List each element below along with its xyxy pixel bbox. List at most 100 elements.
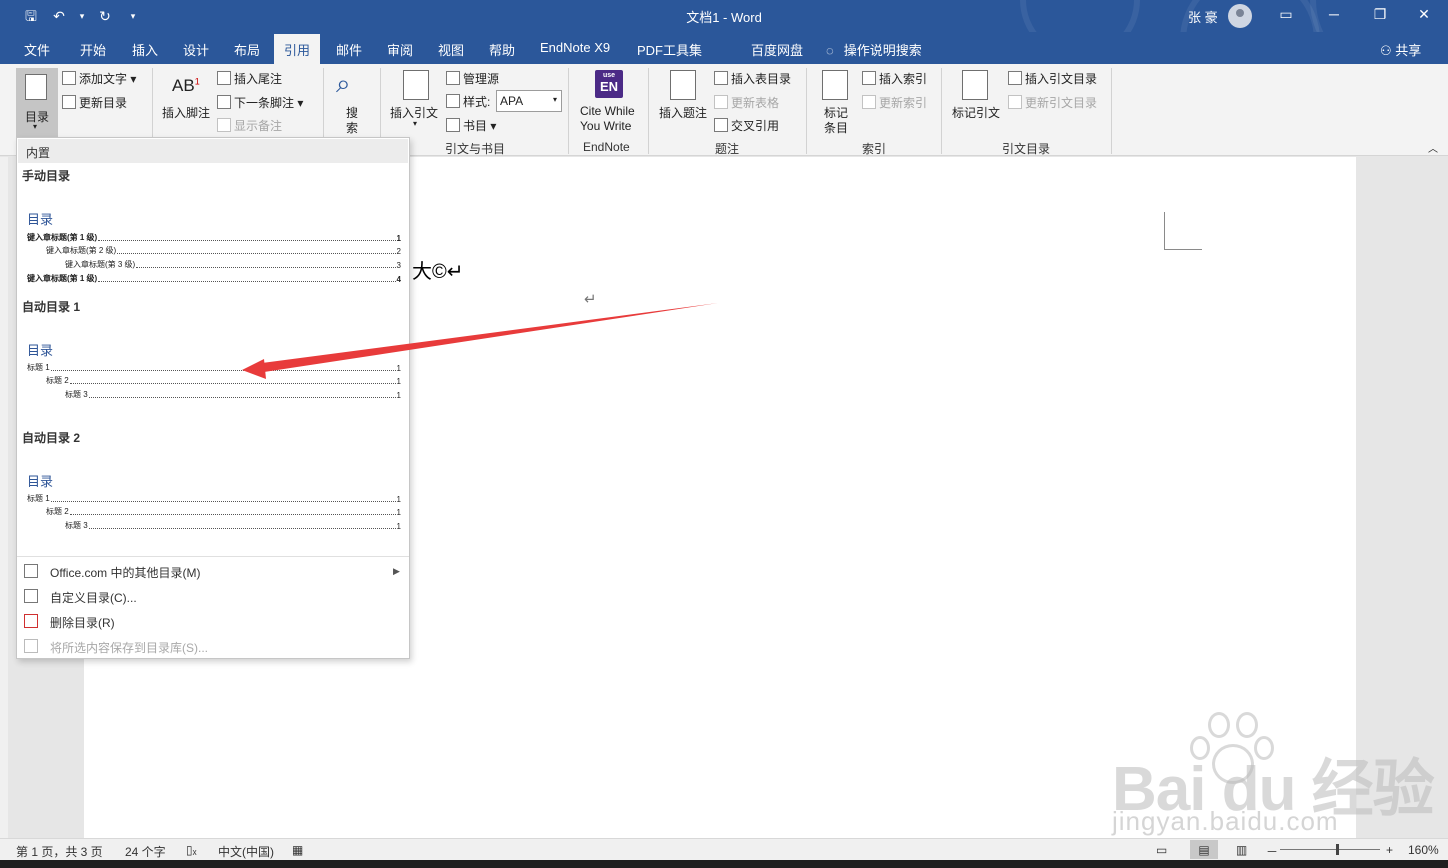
cite-while-line2[interactable]: You Write (580, 119, 631, 133)
toc-line[interactable]: 标题 1 1 (27, 363, 401, 373)
mark-citation-button[interactable]: 标记引文 (952, 104, 1000, 121)
toc-line[interactable]: 标题 2 1 (46, 376, 401, 386)
toc-line-page: 1 (396, 364, 401, 373)
toc-line-text: 键入章标题(第 3 级) (65, 260, 136, 269)
zoom-slider[interactable] (1280, 849, 1380, 850)
toc-line-page: 1 (396, 508, 401, 517)
insert-index-button[interactable]: 插入索引 (862, 70, 927, 87)
language-indicator[interactable]: 中文(中国) (218, 843, 274, 860)
update-table-button[interactable]: 更新表格 (714, 94, 779, 111)
custom-toc-icon (24, 589, 38, 603)
ribbon-display-options-icon[interactable]: ▭ (1276, 6, 1296, 23)
citation-style-select[interactable]: APA ▾ (496, 90, 562, 112)
avatar[interactable] (1228, 4, 1252, 28)
insert-footnote-button[interactable]: 插入脚注 (162, 104, 210, 121)
manage-sources-button[interactable]: 管理源 (446, 70, 499, 87)
toc-line[interactable]: 标题 2 1 (46, 507, 401, 517)
mark-citation-icon[interactable] (962, 70, 988, 100)
more-tocs-menu-item[interactable]: Office.com 中的其他目录(M) (50, 564, 200, 581)
toc-line[interactable]: 键入章标题(第 1 级) 4 (27, 274, 401, 284)
zoom-slider-thumb[interactable] (1336, 844, 1339, 855)
save-to-gallery-menu-item[interactable]: 将所选内容保存到目录库(S)... (50, 639, 208, 656)
auto-toc-1-title[interactable]: 目录 (27, 340, 53, 359)
insert-citation-icon[interactable] (403, 70, 429, 100)
share-button[interactable]: ⚇ 共享 (1380, 40, 1421, 59)
tab-references[interactable]: 引用 (274, 34, 321, 64)
collapse-ribbon-icon[interactable]: ︿ (1428, 140, 1438, 155)
update-toa-button[interactable]: 更新引文目录 (1008, 94, 1097, 111)
toc-line[interactable]: 标题 3 1 (65, 390, 401, 400)
tab-insert[interactable]: 插入 (132, 40, 158, 59)
page-count[interactable]: 第 1 页，共 3 页 (16, 843, 103, 860)
next-footnote-button[interactable]: 下一条脚注 ▾ (217, 94, 303, 111)
menu-divider (17, 556, 409, 557)
citations-group-label: 引文与书目 (445, 142, 506, 156)
web-layout-icon[interactable]: ▥ (1236, 843, 1247, 857)
tab-review[interactable]: 审阅 (387, 40, 413, 59)
auto-toc-1-heading: 自动目录 1 (22, 300, 81, 314)
auto-toc-2-title[interactable]: 目录 (27, 471, 53, 490)
search-icon[interactable]: ⌕ (336, 68, 351, 100)
toc-line[interactable]: 键入章标题(第 3 级) 3 (65, 260, 401, 270)
update-toc-button[interactable]: 更新目录 (62, 94, 127, 111)
read-mode-icon[interactable]: ▭ (1156, 843, 1167, 857)
cross-reference-label: 交叉引用 (731, 119, 780, 133)
mark-entry-icon[interactable] (822, 70, 848, 100)
user-name[interactable]: 张 豪 (1188, 7, 1218, 26)
toc-button[interactable]: 目录 ▾ (16, 68, 58, 138)
tab-pdf-tools[interactable]: PDF工具集 (637, 40, 702, 59)
show-notes-button[interactable]: 显示备注 (217, 117, 282, 134)
toc-line[interactable]: 键入章标题(第 2 级) 2 (46, 246, 401, 256)
custom-toc-menu-item[interactable]: 自定义目录(C)... (50, 589, 137, 606)
insert-footnote-icon[interactable]: AB1 (172, 76, 200, 96)
toc-line[interactable]: 标题 1 1 (27, 494, 401, 504)
zoom-in-button[interactable]: + (1386, 843, 1393, 857)
print-layout-icon[interactable]: ▤ (1190, 840, 1218, 859)
toc-line-page: 1 (396, 377, 401, 386)
toc-line-text: 标题 3 (65, 521, 88, 530)
toc-line[interactable]: 键入章标题(第 1 级) 1 (27, 233, 401, 243)
manage-sources-label: 管理源 (463, 72, 500, 86)
toc-line-text: 标题 1 (27, 494, 50, 503)
close-icon[interactable]: ✕ (1414, 6, 1434, 23)
minimize-icon[interactable]: ─ (1324, 6, 1344, 22)
tell-me-label: 操作说明搜索 (843, 43, 922, 58)
cross-reference-button[interactable]: 交叉引用 (714, 117, 779, 134)
tab-mailings[interactable]: 邮件 (336, 40, 362, 59)
group-divider (941, 68, 942, 154)
insert-toa-button[interactable]: 插入引文目录 (1008, 70, 1097, 87)
insert-caption-icon[interactable] (670, 70, 696, 100)
auto-toc-2-heading: 自动目录 2 (22, 431, 81, 445)
insert-endnote-icon (217, 71, 231, 85)
insert-tof-button[interactable]: 插入表目录 (714, 70, 791, 87)
document-text[interactable]: 大©↵ (412, 255, 464, 284)
bibliography-button[interactable]: 书目 ▾ (446, 117, 496, 134)
tab-file[interactable]: 文件 (24, 40, 50, 59)
add-text-button[interactable]: 添加文字 ▾ (62, 70, 136, 87)
endnote-icon[interactable]: use EN (595, 70, 623, 98)
restore-icon[interactable]: ❐ (1370, 6, 1390, 23)
proofing-icon[interactable]: ▯ₓ (186, 843, 197, 857)
word-count[interactable]: 24 个字 (125, 843, 166, 860)
tab-home[interactable]: 开始 (80, 40, 106, 59)
toc-line[interactable]: 标题 3 1 (65, 521, 401, 531)
insert-caption-button[interactable]: 插入题注 (659, 104, 707, 121)
tab-endnote[interactable]: EndNote X9 (540, 40, 610, 55)
paragraph-mark: ↵ (584, 291, 597, 308)
mark-entry-line2[interactable]: 条目 (824, 119, 848, 136)
tab-help[interactable]: 帮助 (489, 40, 515, 59)
cite-while-line1[interactable]: Cite While (580, 104, 635, 118)
update-index-button[interactable]: 更新索引 (862, 94, 927, 111)
macro-icon[interactable]: ▦ (292, 843, 303, 857)
tab-design[interactable]: 设计 (183, 40, 209, 59)
tab-baidu-netdisk[interactable]: 百度网盘 (751, 40, 803, 59)
tell-me-search[interactable]: ◌ 操作说明搜索 (826, 40, 922, 59)
zoom-level[interactable]: 160% (1408, 843, 1439, 857)
tab-view[interactable]: 视图 (438, 40, 464, 59)
insert-endnote-button[interactable]: 插入尾注 (217, 70, 282, 87)
remove-toc-menu-item[interactable]: 删除目录(R) (50, 614, 115, 631)
manage-sources-icon (446, 71, 460, 85)
tab-layout[interactable]: 布局 (234, 40, 260, 59)
zoom-out-button[interactable]: － (1266, 843, 1278, 860)
search-label-2[interactable]: 索 (346, 119, 358, 136)
